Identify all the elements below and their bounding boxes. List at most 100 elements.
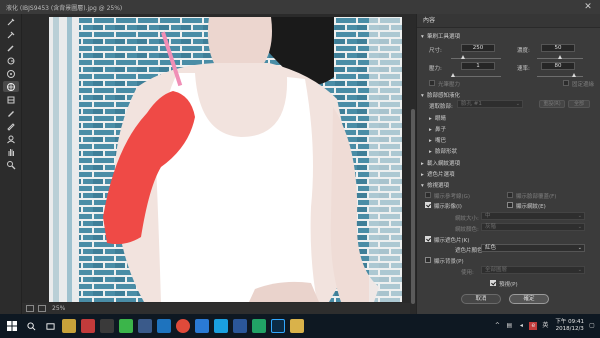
excel-icon[interactable] [252,319,266,333]
size-slider-knob[interactable] [461,55,465,59]
subsection-mouth[interactable]: ▸ 嘴巴 [429,136,446,144]
photoshop-icon[interactable] [271,319,285,333]
word-icon[interactable] [233,319,247,333]
search-icon[interactable] [24,319,38,333]
show-mask-checkbox[interactable] [425,236,431,242]
input-language[interactable]: 英 [541,322,549,330]
rate-field[interactable]: 80 [541,62,575,70]
zoom-level[interactable]: 25% [52,305,65,312]
show-face-overlay-label: 顯示臉部覆蓋(F) [516,194,557,200]
smooth-tool-icon[interactable] [3,42,19,53]
pressure-slider-knob[interactable] [451,73,455,77]
zoom-tool-icon[interactable] [3,159,19,170]
subsection-eyes[interactable]: ▸ 眼睛 [429,114,446,122]
chevron-up-icon[interactable]: ^ [493,322,501,330]
show-image-label: 顯示影像(I) [434,204,462,210]
section-label: 臉部感知液化 [427,93,461,99]
show-image-checkbox[interactable] [425,202,431,208]
store-icon[interactable] [81,319,95,333]
scrollbar-thumb[interactable] [411,109,415,304]
reset-button[interactable]: 重設(R) [539,100,565,108]
line-icon[interactable] [119,319,133,333]
ok-button[interactable]: 確定 [509,294,549,304]
close-icon[interactable]: ✕ [582,1,594,13]
window-title-bar: 液化 (IBJS9453 (含背景圖層).jpg @ 25%) ✕ [0,0,600,14]
section-face-aware-liquify[interactable]: ▾ 臉部感知液化 [421,91,460,99]
subsection-face-shape[interactable]: ▸ 臉部形狀 [429,147,457,155]
show-mesh-checkbox[interactable] [507,202,513,208]
size-slider[interactable] [451,58,501,59]
zoom-in-button[interactable] [38,305,46,312]
antivirus-icon[interactable]: e [529,322,538,330]
density-slider-knob[interactable] [558,55,562,59]
outlook-icon[interactable] [138,319,152,333]
select-face-dropdown[interactable]: 臉孔 #1 ⌄ [457,100,523,108]
use-dropdown[interactable]: 全部圖層 ⌄ [481,266,585,274]
section-brush-tool-options[interactable]: ▾ 筆刷工具選項 [421,32,460,40]
section-label: 筆刷工具選項 [427,34,461,40]
file-explorer-icon[interactable] [62,319,76,333]
stylus-pressure-checkbox[interactable] [429,80,435,86]
chevron-down-icon: ⌄ [577,213,582,219]
face-tool-icon[interactable] [3,133,19,144]
show-mesh-label: 顯示網紋(E) [516,204,546,210]
show-face-overlay-checkbox[interactable] [507,192,513,198]
mesh-size-value: 中 [485,213,491,219]
folder-icon[interactable] [290,319,304,333]
section-mask-options[interactable]: ▸ 遮色片選項 [421,170,455,178]
windows-taskbar: ^ ▤ ◂ e 英 下午 09:41 2018/12/3 ▢ [0,314,600,338]
thaw-mask-tool-icon[interactable] [3,120,19,131]
section-view-options[interactable]: ▾ 檢視選項 [421,181,449,189]
show-guides-checkbox[interactable] [425,192,431,198]
task-view-icon[interactable] [43,319,57,333]
show-backdrop-checkbox[interactable] [425,257,431,263]
density-field[interactable]: 50 [541,44,575,52]
stylus-pressure-label: 光筆壓力 [438,82,461,88]
rate-slider-knob[interactable] [572,73,576,77]
volume-icon[interactable]: ◂ [517,322,525,330]
section-label: 檢視選項 [427,183,450,189]
photo-preview[interactable] [49,17,402,302]
network-icon[interactable]: ▤ [505,322,513,330]
mask-color-value: 紅色 [485,245,497,251]
pin-edges-label: 固定邊緣 [572,82,595,88]
skype-icon[interactable] [214,319,228,333]
size-field[interactable]: 250 [461,44,495,52]
chrome-icon[interactable] [176,319,190,333]
push-left-tool-icon[interactable] [3,94,19,105]
chevron-down-icon: ⌄ [515,101,520,107]
mail-icon[interactable] [100,319,114,333]
show-backdrop-label: 顯示背景(P) [434,259,464,265]
mesh-color-value: 灰階 [485,224,497,230]
subsection-nose[interactable]: ▸ 鼻子 [429,125,446,133]
mesh-size-dropdown[interactable]: 中 ⌄ [481,212,585,220]
subsection-label: 眼睛 [435,116,447,122]
preview-checkbox[interactable] [490,280,496,286]
taskbar-clock[interactable]: 下午 09:41 2018/12/3 [555,319,584,333]
pin-edges-checkbox[interactable] [563,80,569,86]
pressure-field[interactable]: 1 [461,62,495,70]
cancel-button[interactable]: 取消 [461,294,501,304]
canvas-area[interactable] [22,14,410,303]
rate-slider[interactable] [537,76,583,77]
windows-start-icon[interactable] [5,319,19,333]
zoom-out-button[interactable] [26,305,34,312]
mesh-color-dropdown[interactable]: 灰階 ⌄ [481,223,585,231]
mask-color-dropdown[interactable]: 紅色 ⌄ [481,244,585,252]
reconstruct-tool-icon[interactable] [3,29,19,40]
notification-icon[interactable]: ▢ [588,322,596,330]
bloat-tool-icon[interactable] [2,81,19,92]
freeze-mask-tool-icon[interactable] [3,107,19,118]
pressure-slider[interactable] [451,76,501,77]
mask-color-label: 遮色片顏色: [455,248,485,254]
hand-tool-icon[interactable] [3,146,19,157]
all-button[interactable]: 全部 [568,100,590,108]
onedrive-icon[interactable] [195,319,209,333]
twirl-tool-icon[interactable] [3,55,19,66]
pucker-tool-icon[interactable] [3,68,19,79]
edge-icon[interactable] [157,319,171,333]
subsection-label: 鼻子 [435,127,447,133]
section-load-mesh-options[interactable]: ▸ 載入網紋選項 [421,159,460,167]
forward-warp-tool-icon[interactable] [3,16,19,27]
clock-date: 2018/12/3 [555,326,584,332]
